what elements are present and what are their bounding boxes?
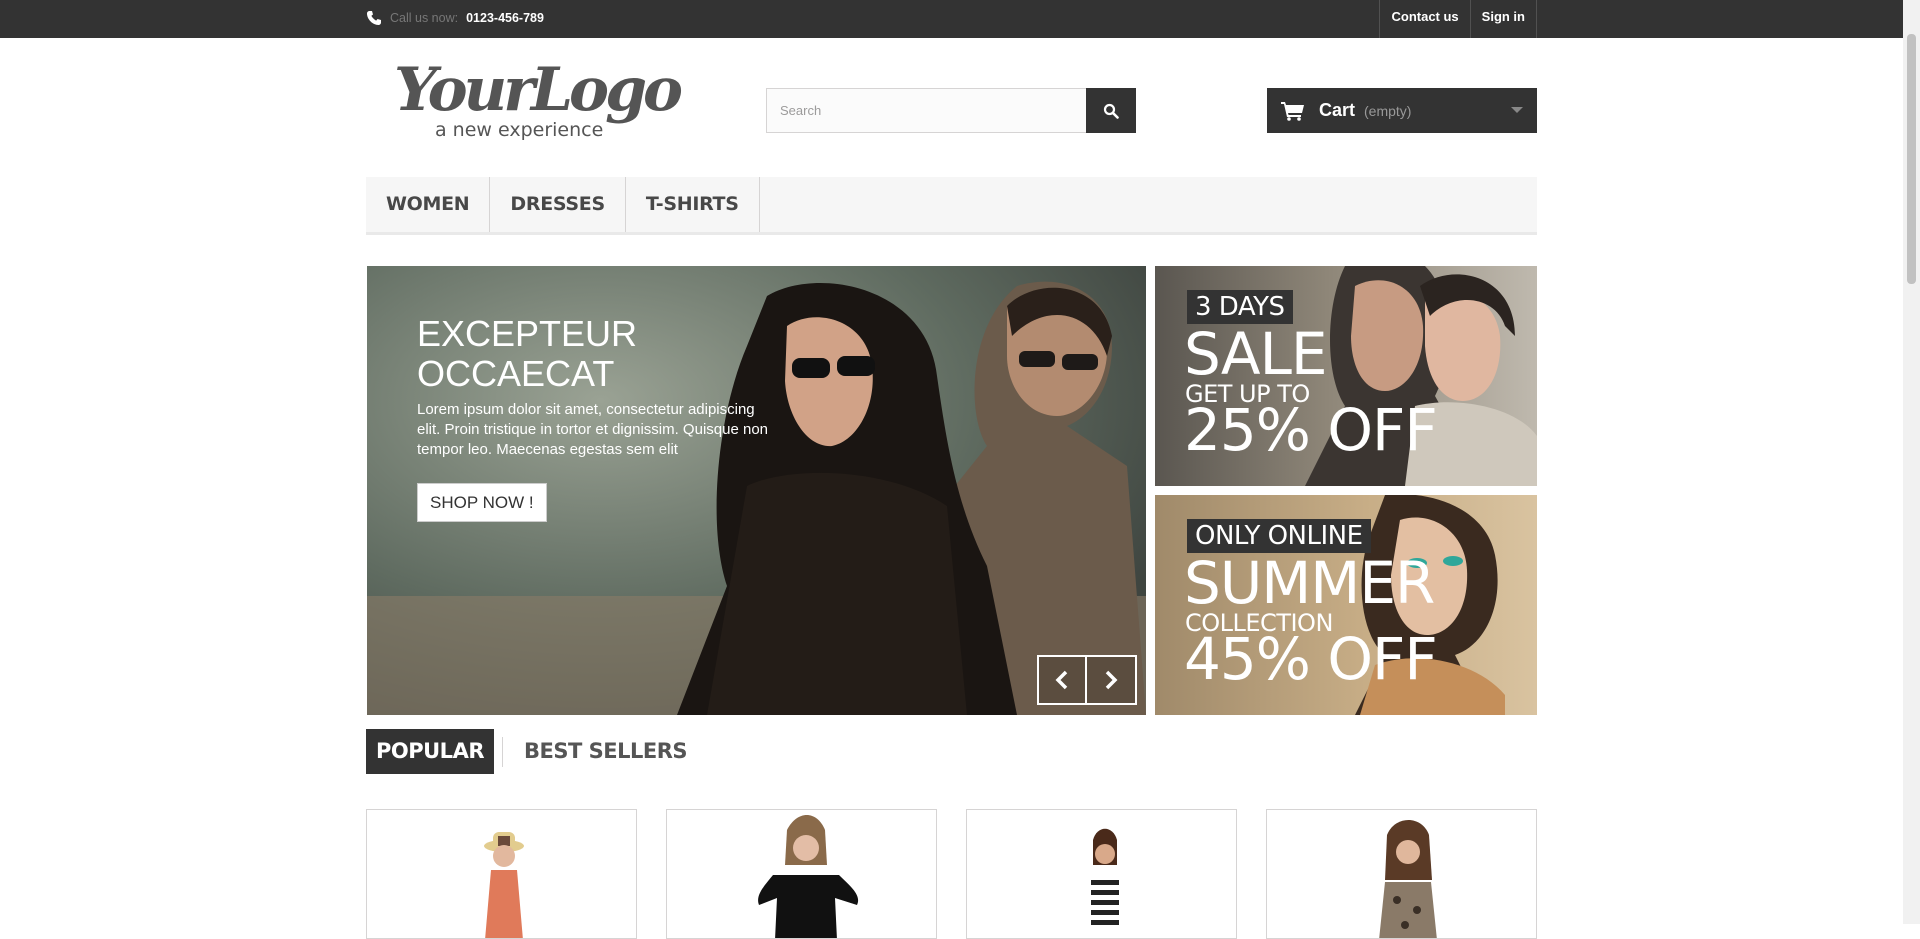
summer-banner-discount: 45% OFF — [1184, 625, 1438, 693]
logo-image: YourLogo a new experience — [394, 55, 686, 141]
cart-label: Cart — [1319, 100, 1356, 120]
sale-banner-title: SALE — [1184, 320, 1328, 388]
page-scrollbar[interactable] — [1903, 0, 1920, 924]
product-image — [758, 815, 859, 938]
homepage-slider: EXCEPTEUR OCCAECAT Lorem ipsum dolor sit… — [367, 266, 1146, 715]
search-icon — [1103, 103, 1119, 119]
slide-heading: EXCEPTEUR OCCAECAT — [417, 313, 638, 394]
tab-divider — [502, 736, 503, 767]
summer-banner-tag: ONLY ONLINE — [1187, 519, 1371, 553]
product-image — [1379, 820, 1437, 938]
product-tabs: POPULAR BEST SELLERS — [366, 729, 697, 774]
logo-main-text: YourLogo — [394, 58, 682, 125]
product-card[interactable] — [966, 809, 1237, 939]
call-us: Call us now: 0123-456-789 — [366, 8, 544, 28]
phone-icon — [367, 11, 381, 25]
search-button[interactable] — [1086, 88, 1136, 133]
slider-next-button[interactable] — [1087, 655, 1137, 705]
call-us-label: Call us now: — [390, 11, 459, 25]
menu-item-dresses[interactable]: DRESSES — [490, 177, 626, 232]
sale-banner-discount: 25% OFF — [1184, 396, 1438, 464]
cart-icon — [1281, 101, 1304, 121]
summer-banner-title: SUMMER — [1184, 549, 1435, 617]
sign-in-link[interactable]: Sign in — [1471, 0, 1537, 38]
top-links: Contact us Sign in — [1379, 0, 1537, 38]
chevron-down-icon — [1511, 107, 1523, 113]
chevron-left-icon — [1055, 670, 1068, 690]
slider-prev-button[interactable] — [1037, 655, 1087, 705]
cart-status: (empty) — [1364, 102, 1412, 119]
main-menu: WOMEN DRESSES T-SHIRTS — [366, 177, 1537, 235]
scrollbar-thumb[interactable] — [1907, 34, 1916, 284]
sale-banner-tag: 3 DAYS — [1187, 290, 1293, 324]
contact-us-link[interactable]: Contact us — [1380, 0, 1471, 38]
logo-tagline: a new experience — [435, 119, 603, 141]
product-image — [484, 832, 524, 938]
chevron-right-icon — [1105, 670, 1118, 690]
slider-controls — [1037, 655, 1137, 705]
sale-banner[interactable]: 3 DAYS SALE GET UP TO 25% OFF — [1155, 266, 1537, 486]
product-card[interactable] — [666, 809, 937, 939]
phone-number: 0123-456-789 — [466, 11, 544, 25]
summer-banner[interactable]: ONLY ONLINE SUMMER COLLECTION 45% OFF — [1155, 495, 1537, 715]
product-card[interactable] — [1266, 809, 1537, 939]
product-image — [1091, 828, 1119, 938]
tab-best-sellers[interactable]: BEST SELLERS — [514, 729, 697, 774]
menu-item-t-shirts[interactable]: T-SHIRTS — [626, 177, 760, 232]
menu-item-women[interactable]: WOMEN — [366, 177, 491, 232]
tab-popular[interactable]: POPULAR — [366, 729, 494, 774]
shop-now-button[interactable]: SHOP NOW ! — [417, 483, 547, 522]
search-bar — [766, 88, 1136, 133]
slide-description: Lorem ipsum dolor sit amet, consectetur … — [417, 401, 768, 458]
product-card[interactable] — [366, 809, 637, 939]
site-logo[interactable]: YourLogo a new experience — [390, 55, 690, 148]
search-input[interactable] — [766, 88, 1086, 133]
cart-button[interactable]: Cart (empty) — [1267, 88, 1537, 133]
top-bar: Call us now: 0123-456-789 Contact us Sig… — [0, 0, 1903, 38]
